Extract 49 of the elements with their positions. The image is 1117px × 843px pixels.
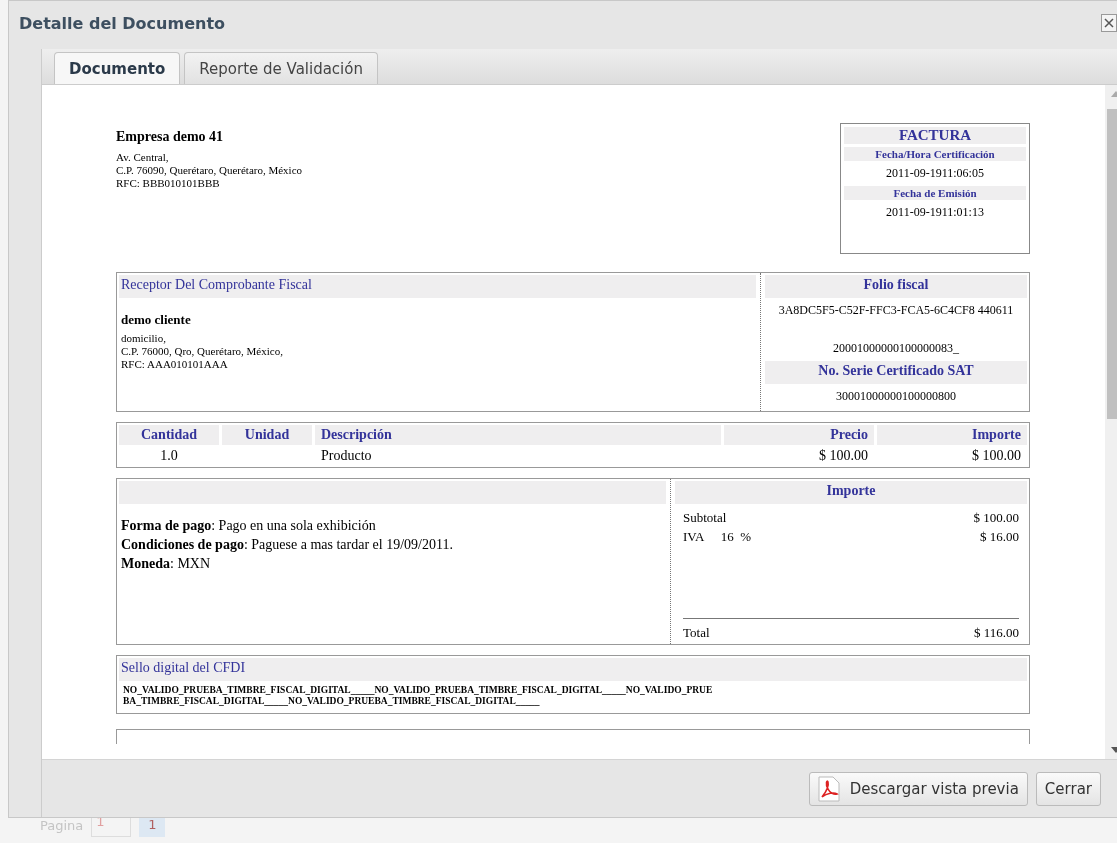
section-heading: No. Serie Certificado SAT: [765, 361, 1027, 384]
column-header: Precio: [724, 425, 874, 445]
total-value: $ 100.00: [973, 509, 1019, 527]
download-button[interactable]: Descargar vista previa: [808, 771, 1028, 806]
company-name: Empresa demo 41: [116, 129, 225, 145]
section-heading: Importe: [675, 481, 1027, 504]
close-icon: [1104, 18, 1114, 28]
field-label: Fecha de Emisión: [844, 186, 1026, 200]
payment-detail: Forma de pago: Pago en una sola exhibición: [121, 517, 377, 535]
folio-value: 3A8DC5F5-C52F-FFC3-FCA5-6C4CF8 440611: [777, 302, 1015, 319]
address-line: domicilio,: [121, 332, 167, 345]
total-label: Subtotal: [683, 509, 728, 527]
column-header: Importe: [877, 425, 1027, 445]
column-header: Cantidad: [119, 425, 219, 445]
field-value: 2011-09-1911:01:13: [885, 204, 985, 221]
column-header: Descripción: [315, 425, 721, 445]
pdf-icon: [817, 775, 840, 802]
field-label: Fecha/Hora Certificación: [844, 147, 1026, 161]
address-line: C.P. 76090, Querétaro, Querétaro, México: [116, 164, 303, 177]
table-cell-text: 1.0: [159, 447, 179, 465]
serial-value: 30001000000100000800: [835, 388, 957, 405]
table-cell-text: $ 100.00: [818, 447, 869, 465]
tab[interactable]: Reporte de Validación: [184, 52, 378, 84]
close-button[interactable]: Cerrar: [1035, 771, 1101, 806]
section-heading: Folio fiscal: [765, 275, 1027, 298]
invoice-title: FACTURA: [844, 127, 1026, 144]
total-label: Total: [683, 624, 711, 642]
seal-text: NO_VALIDO_PRUEBA_TIMBRE_FISCAL_DIGITAL_____NO_VALIDO_PRUEBA_TIMBRE_FISCAL_DIGITAL_____NO_VALIDO_PRUE: [123, 685, 714, 696]
seal-text: BA_TIMBRE_FISCAL_DIGITAL_____NO_VALIDO_PRUEBA_TIMBRE_FISCAL_DIGITAL_____: [123, 696, 541, 707]
field-value: 2011-09-1911:06:05: [885, 165, 985, 182]
section-heading: Sello digital del CFDI: [119, 658, 1027, 681]
payment-detail: Moneda: MXN: [121, 555, 212, 573]
total-value: $ 16.00: [980, 528, 1019, 546]
window-title: Detalle del Documento: [19, 13, 226, 33]
total-label: IVA 16 %: [683, 528, 753, 546]
certificate-number: 20001000000100000083_: [832, 340, 960, 357]
address-line: RFC: BBB010101BBB: [116, 177, 221, 190]
tab[interactable]: Documento: [54, 52, 181, 84]
column-header: Unidad: [222, 425, 312, 445]
address-line: C.P. 76000, Qro, Querétaro, México,: [121, 345, 284, 358]
client-name: demo cliente: [121, 312, 192, 328]
section-heading: Receptor Del Comprobante Fiscal: [119, 275, 756, 298]
total-value: $ 116.00: [973, 624, 1019, 642]
address-line: RFC: AAA010101AAA: [121, 358, 229, 371]
address-line: Av. Central,: [116, 151, 170, 164]
table-cell-text: $ 100.00: [971, 447, 1022, 465]
payment-detail: Condiciones de pago: Paguese a mas tardar el 19/09/2011.: [121, 536, 454, 554]
close-button[interactable]: [1101, 14, 1117, 32]
table-cell-text: Producto: [320, 447, 373, 465]
